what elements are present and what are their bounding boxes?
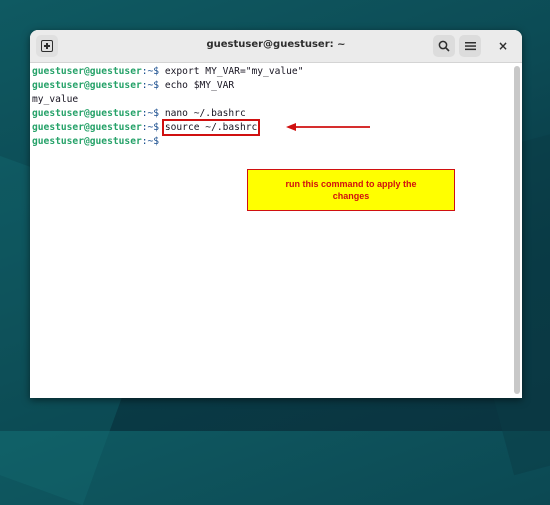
terminal-line: guestuser@guestuser:~$ echo $MY_VAR	[32, 79, 510, 93]
terminal-line: my_value	[32, 93, 510, 107]
terminal-window: guestuser@guestuser: ~ × guestuser@guest…	[30, 30, 522, 398]
annotation-note: run this command to apply the changes	[247, 169, 455, 211]
close-icon: ×	[497, 39, 509, 53]
prompt-user: guestuser@guestuser	[32, 80, 142, 91]
menu-button[interactable]	[459, 35, 481, 57]
command-text: nano ~/.bashrc	[164, 108, 246, 119]
arrow-icon	[286, 123, 370, 131]
prompt-user: guestuser@guestuser	[32, 122, 142, 133]
command-text: echo $MY_VAR	[164, 80, 235, 91]
prompt-path: :~$	[141, 66, 165, 77]
highlighted-command: source ~/.bashrc	[161, 119, 261, 136]
terminal-line: guestuser@guestuser:~$ source ~/.bashrc	[32, 119, 510, 136]
search-icon	[438, 40, 450, 52]
terminal-output[interactable]: guestuser@guestuser:~$ export MY_VAR="my…	[30, 63, 512, 398]
prompt-path: :~$	[141, 136, 165, 147]
title-bar[interactable]: guestuser@guestuser: ~ ×	[30, 30, 522, 63]
terminal-line: guestuser@guestuser:~$	[32, 135, 510, 149]
scrollbar[interactable]	[514, 66, 520, 394]
prompt-path: :~$	[141, 122, 165, 133]
prompt-user: guestuser@guestuser	[32, 136, 142, 147]
terminal-line: guestuser@guestuser:~$ export MY_VAR="my…	[32, 65, 510, 79]
terminal-line: guestuser@guestuser:~$ nano ~/.bashrc	[32, 107, 510, 121]
search-button[interactable]	[433, 35, 455, 57]
prompt-path: :~$	[141, 108, 165, 119]
prompt-user: guestuser@guestuser	[32, 66, 142, 77]
close-button[interactable]: ×	[492, 35, 514, 57]
command-output: my_value	[32, 94, 79, 105]
prompt-path: :~$	[141, 80, 165, 91]
prompt-user: guestuser@guestuser	[32, 108, 142, 119]
hamburger-menu-icon	[464, 42, 476, 51]
command-text: export MY_VAR="my_value"	[164, 66, 304, 77]
